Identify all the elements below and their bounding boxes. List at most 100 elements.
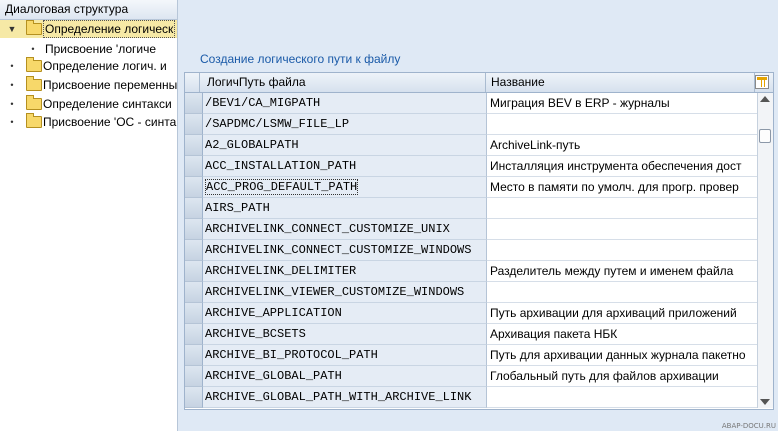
table-row[interactable]: ARCHIVE_APPLICATION Путь архивации для ар… bbox=[185, 303, 758, 324]
tree-node[interactable]: • Присвоение переменны bbox=[0, 76, 177, 94]
cell-name[interactable]: Миграция BEV в ERP - журналы bbox=[487, 93, 758, 114]
cell-logical-path-text: ARCHIVELINK_CONNECT_CUSTOMIZE_WINDOWS bbox=[205, 243, 472, 257]
cell-logical-path[interactable]: AIRS_PATH bbox=[203, 198, 487, 219]
cell-name[interactable]: Путь для архивации данных журнала пакетн… bbox=[487, 345, 758, 366]
cell-name[interactable] bbox=[487, 198, 758, 219]
table-row[interactable]: ARCHIVELINK_DELIMITER Разделитель между п… bbox=[185, 261, 758, 282]
cell-name[interactable]: Путь архивации для архиваций приложений bbox=[487, 303, 758, 324]
scroll-thumb[interactable] bbox=[759, 129, 771, 143]
cell-name[interactable]: Место в памяти по умолч. для прогр. пров… bbox=[487, 177, 758, 198]
bullet-icon[interactable]: • bbox=[7, 57, 17, 75]
vertical-scrollbar[interactable] bbox=[757, 93, 773, 408]
table-row[interactable]: ARCHIVELINK_CONNECT_CUSTOMIZE_UNIX bbox=[185, 219, 758, 240]
cell-logical-path[interactable]: ARCHIVE_GLOBAL_PATH_WITH_ARCHIVE_LINK bbox=[203, 387, 487, 408]
cell-name[interactable]: Разделитель между путем и именем файла bbox=[487, 261, 758, 282]
cell-logical-path-text: ARCHIVE_GLOBAL_PATH bbox=[205, 369, 342, 383]
column-header-name[interactable]: Название bbox=[487, 73, 755, 92]
table-row[interactable]: ACC_INSTALLATION_PATH Инсталляция инструм… bbox=[185, 156, 758, 177]
table-row[interactable]: A2_GLOBALPATH ArchiveLink-путь bbox=[185, 135, 758, 156]
table-row[interactable]: /BEV1/CA_MIGPATH Миграция BEV в ERP - жур… bbox=[185, 93, 758, 114]
dialog-structure-panel: Диалоговая структура ▼ Определение логиче… bbox=[0, 0, 178, 431]
select-all-corner[interactable] bbox=[185, 73, 200, 92]
tree-node[interactable]: • Определение логич. и bbox=[0, 57, 177, 75]
table-row[interactable]: ARCHIVE_GLOBAL_PATH_WITH_ARCHIVE_LINK bbox=[185, 387, 758, 408]
main-content: Создание логического пути к файлу ЛогичП… bbox=[178, 0, 778, 431]
row-select-button[interactable] bbox=[185, 219, 203, 240]
cell-logical-path-text: ARCHIVE_BI_PROTOCOL_PATH bbox=[205, 348, 378, 362]
tree-node-label: Присвоение переменны bbox=[43, 78, 178, 92]
section-title: Создание логического пути к файлу bbox=[200, 52, 401, 66]
cell-logical-path-text: ARCHIVE_APPLICATION bbox=[205, 306, 342, 320]
cell-name[interactable] bbox=[487, 282, 758, 303]
row-select-button[interactable] bbox=[185, 240, 203, 261]
cell-name[interactable]: Инсталляция инструмента обеспечения дост bbox=[487, 156, 758, 177]
table-row[interactable]: AIRS_PATH bbox=[185, 198, 758, 219]
table-row[interactable]: ARCHIVELINK_CONNECT_CUSTOMIZE_WINDOWS bbox=[185, 240, 758, 261]
cell-name[interactable]: Архивация пакета НБК bbox=[487, 324, 758, 345]
column-config-icon[interactable] bbox=[755, 75, 769, 89]
logical-path-table: ЛогичПуть файла Название /BEV1/CA_MIGPAT… bbox=[184, 72, 774, 410]
cell-logical-path[interactable]: ARCHIVELINK_CONNECT_CUSTOMIZE_UNIX bbox=[203, 219, 487, 240]
cell-name[interactable]: ArchiveLink-путь bbox=[487, 135, 758, 156]
row-select-button[interactable] bbox=[185, 282, 203, 303]
row-select-button[interactable] bbox=[185, 93, 203, 114]
cell-logical-path[interactable]: A2_GLOBALPATH bbox=[203, 135, 487, 156]
bullet-icon[interactable]: • bbox=[7, 95, 17, 113]
bullet-icon[interactable]: • bbox=[7, 113, 17, 131]
bullet-icon[interactable]: • bbox=[28, 40, 38, 58]
row-select-button[interactable] bbox=[185, 114, 203, 135]
tree-node-label: Определение синтакси bbox=[43, 97, 172, 111]
cell-logical-path-text: ARCHIVELINK_CONNECT_CUSTOMIZE_UNIX bbox=[205, 222, 450, 236]
table-header: ЛогичПуть файла Название bbox=[185, 73, 773, 93]
table-row[interactable]: ARCHIVE_GLOBAL_PATH Глобальный путь для ф… bbox=[185, 366, 758, 387]
row-select-button[interactable] bbox=[185, 366, 203, 387]
row-select-button[interactable] bbox=[185, 261, 203, 282]
folder-icon bbox=[26, 20, 42, 35]
tree-node-label: Определение логич. и bbox=[43, 59, 167, 73]
column-header-path[interactable]: ЛогичПуть файла bbox=[203, 73, 486, 92]
row-select-button[interactable] bbox=[185, 345, 203, 366]
cell-logical-path[interactable]: ARCHIVE_GLOBAL_PATH bbox=[203, 366, 487, 387]
folder-icon bbox=[26, 95, 42, 110]
bullet-icon[interactable]: • bbox=[7, 76, 17, 94]
row-select-button[interactable] bbox=[185, 198, 203, 219]
table-row[interactable]: ARCHIVE_BI_PROTOCOL_PATH Путь для архивац… bbox=[185, 345, 758, 366]
table-row[interactable]: ARCHIVE_BCSETS Архивация пакета НБК bbox=[185, 324, 758, 345]
cell-logical-path-text: /BEV1/CA_MIGPATH bbox=[205, 96, 321, 110]
cell-logical-path[interactable]: ARCHIVELINK_DELIMITER bbox=[203, 261, 487, 282]
table-row[interactable]: ACC_PROG_DEFAULT_PATH Место в памяти по у… bbox=[185, 177, 758, 198]
cell-logical-path[interactable]: ARCHIVE_BI_PROTOCOL_PATH bbox=[203, 345, 487, 366]
row-select-button[interactable] bbox=[185, 135, 203, 156]
row-select-button[interactable] bbox=[185, 156, 203, 177]
cell-logical-path-text: AIRS_PATH bbox=[205, 201, 270, 215]
cell-logical-path-text: ARCHIVELINK_VIEWER_CUSTOMIZE_WINDOWS bbox=[205, 285, 465, 299]
tree-node[interactable]: • Определение синтакси bbox=[0, 95, 177, 113]
row-select-button[interactable] bbox=[185, 303, 203, 324]
cell-logical-path[interactable]: ACC_INSTALLATION_PATH bbox=[203, 156, 487, 177]
cell-logical-path[interactable]: ARCHIVE_APPLICATION bbox=[203, 303, 487, 324]
cell-logical-path[interactable]: ARCHIVE_BCSETS bbox=[203, 324, 487, 345]
cell-name[interactable] bbox=[487, 219, 758, 240]
scroll-up-icon[interactable] bbox=[760, 96, 770, 102]
cell-name[interactable] bbox=[487, 240, 758, 261]
folder-icon bbox=[26, 57, 42, 72]
cell-name[interactable] bbox=[487, 114, 758, 135]
tree-node[interactable]: ▼ Определение логическ bbox=[0, 20, 177, 38]
cell-logical-path[interactable]: ACC_PROG_DEFAULT_PATH bbox=[203, 177, 487, 198]
tree-node[interactable]: • Присвоение 'ОС - синта bbox=[0, 113, 177, 131]
row-select-button[interactable] bbox=[185, 177, 203, 198]
cell-name[interactable] bbox=[487, 387, 758, 408]
cell-logical-path[interactable]: ARCHIVELINK_VIEWER_CUSTOMIZE_WINDOWS bbox=[203, 282, 487, 303]
scroll-down-icon[interactable] bbox=[760, 399, 770, 405]
tree-node[interactable]: • Присвоение 'логиче bbox=[0, 40, 177, 58]
row-select-button[interactable] bbox=[185, 387, 203, 408]
table-row[interactable]: ARCHIVELINK_VIEWER_CUSTOMIZE_WINDOWS bbox=[185, 282, 758, 303]
expand-arrow-icon[interactable]: ▼ bbox=[7, 20, 17, 38]
cell-logical-path[interactable]: ARCHIVELINK_CONNECT_CUSTOMIZE_WINDOWS bbox=[203, 240, 487, 261]
cell-logical-path-text: ARCHIVE_GLOBAL_PATH_WITH_ARCHIVE_LINK bbox=[205, 390, 472, 404]
cell-logical-path[interactable]: /SAPDMC/LSMW_FILE_LP bbox=[203, 114, 487, 135]
row-select-button[interactable] bbox=[185, 324, 203, 345]
table-row[interactable]: /SAPDMC/LSMW_FILE_LP bbox=[185, 114, 758, 135]
cell-name[interactable]: Глобальный путь для файлов архивации bbox=[487, 366, 758, 387]
cell-logical-path[interactable]: /BEV1/CA_MIGPATH bbox=[203, 93, 487, 114]
